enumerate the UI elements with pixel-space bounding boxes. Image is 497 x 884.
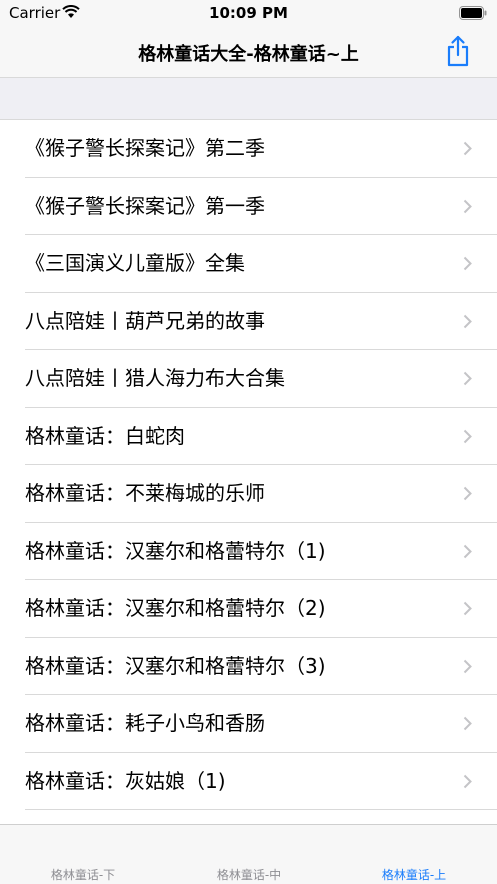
chevron-right-icon bbox=[463, 774, 472, 788]
chevron-right-icon bbox=[463, 199, 472, 213]
list-item[interactable]: 《猴子警长探案记》第一季 bbox=[0, 178, 497, 236]
chevron-right-icon bbox=[463, 601, 472, 616]
chevron-right-icon bbox=[463, 716, 472, 731]
list-item[interactable]: 格林童话：汉塞尔和格蕾特尔（1) bbox=[0, 523, 497, 581]
share-button[interactable] bbox=[445, 34, 471, 68]
chevron-right-icon bbox=[463, 429, 472, 443]
status-bar: Carrier 10:09 PM bbox=[0, 0, 497, 26]
list-item[interactable]: 格林童话：耗子小鸟和香肠 bbox=[0, 695, 497, 753]
tab-grimm-part-2[interactable]: 格林童话-中 bbox=[166, 866, 332, 883]
list-item-label: 八点陪娃丨葫芦兄弟的故事 bbox=[25, 308, 265, 333]
chevron-right-icon bbox=[463, 659, 472, 673]
battery-icon bbox=[459, 5, 487, 24]
list-item[interactable]: 八点陪娃丨葫芦兄弟的故事 bbox=[0, 293, 497, 351]
list-item[interactable]: 八点陪娃丨猎人海力布大合集 bbox=[0, 350, 497, 408]
list-item-label: 八点陪娃丨猎人海力布大合集 bbox=[25, 366, 285, 390]
tab-grimm-part-3[interactable]: 格林童话-下 bbox=[0, 866, 166, 883]
list-item-label: 格林童话：汉塞尔和格蕾特尔（1) bbox=[25, 538, 326, 563]
list-item-label: 格林童话：汉塞尔和格蕾特尔（3) bbox=[25, 653, 326, 678]
tab-bar: 格林童话-下 格林童话-中 格林童话-上 bbox=[0, 824, 497, 884]
chevron-right-icon bbox=[463, 314, 472, 328]
list-item-label: 格林童话：灰姑娘（1) bbox=[25, 768, 226, 793]
chevron-right-icon bbox=[463, 371, 472, 386]
navigation-bar: 格林童话大全-格林童话~上 bbox=[0, 26, 497, 78]
tab-grimm-part-1[interactable]: 格林童话-上 bbox=[331, 866, 497, 883]
list-item-label: 《三国演义儿童版》全集 bbox=[25, 251, 245, 275]
chevron-right-icon bbox=[463, 486, 472, 501]
list-item-label: 格林童话：耗子小鸟和香肠 bbox=[25, 711, 265, 735]
chevron-right-icon bbox=[463, 256, 472, 271]
list-item[interactable]: 格林童话：汉塞尔和格蕾特尔（3) bbox=[0, 638, 497, 696]
list-item[interactable]: 格林童话：汉塞尔和格蕾特尔（2) bbox=[0, 580, 497, 638]
page-title: 格林童话大全-格林童话~上 bbox=[138, 44, 359, 65]
list-item[interactable]: 《三国演义儿童版》全集 bbox=[0, 235, 497, 293]
list-item[interactable]: 格林童话：不莱梅城的乐师 bbox=[0, 465, 497, 523]
list-item-label: 《猴子警长探案记》第二季 bbox=[25, 136, 265, 160]
list-item[interactable]: 格林童话：灰姑娘（1) bbox=[0, 753, 497, 811]
list-item-label: 《猴子警长探案记》第一季 bbox=[25, 193, 265, 218]
section-header bbox=[0, 78, 497, 120]
chevron-right-icon bbox=[463, 544, 472, 558]
list-item-label: 格林童话：白蛇肉 bbox=[25, 423, 185, 448]
share-icon bbox=[447, 35, 469, 67]
list-item[interactable]: 格林童话：白蛇肉 bbox=[0, 408, 497, 466]
story-list: 《猴子警长探案记》第二季 《猴子警长探案记》第一季 《三国演义儿童版》全集 八点… bbox=[0, 120, 497, 810]
chevron-right-icon bbox=[463, 141, 472, 156]
list-item-label: 格林童话：不莱梅城的乐师 bbox=[25, 481, 265, 505]
list-item-label: 格林童话：汉塞尔和格蕾特尔（2) bbox=[25, 596, 326, 620]
list-item[interactable]: 《猴子警长探案记》第二季 bbox=[0, 120, 497, 178]
status-time: 10:09 PM bbox=[209, 4, 288, 22]
